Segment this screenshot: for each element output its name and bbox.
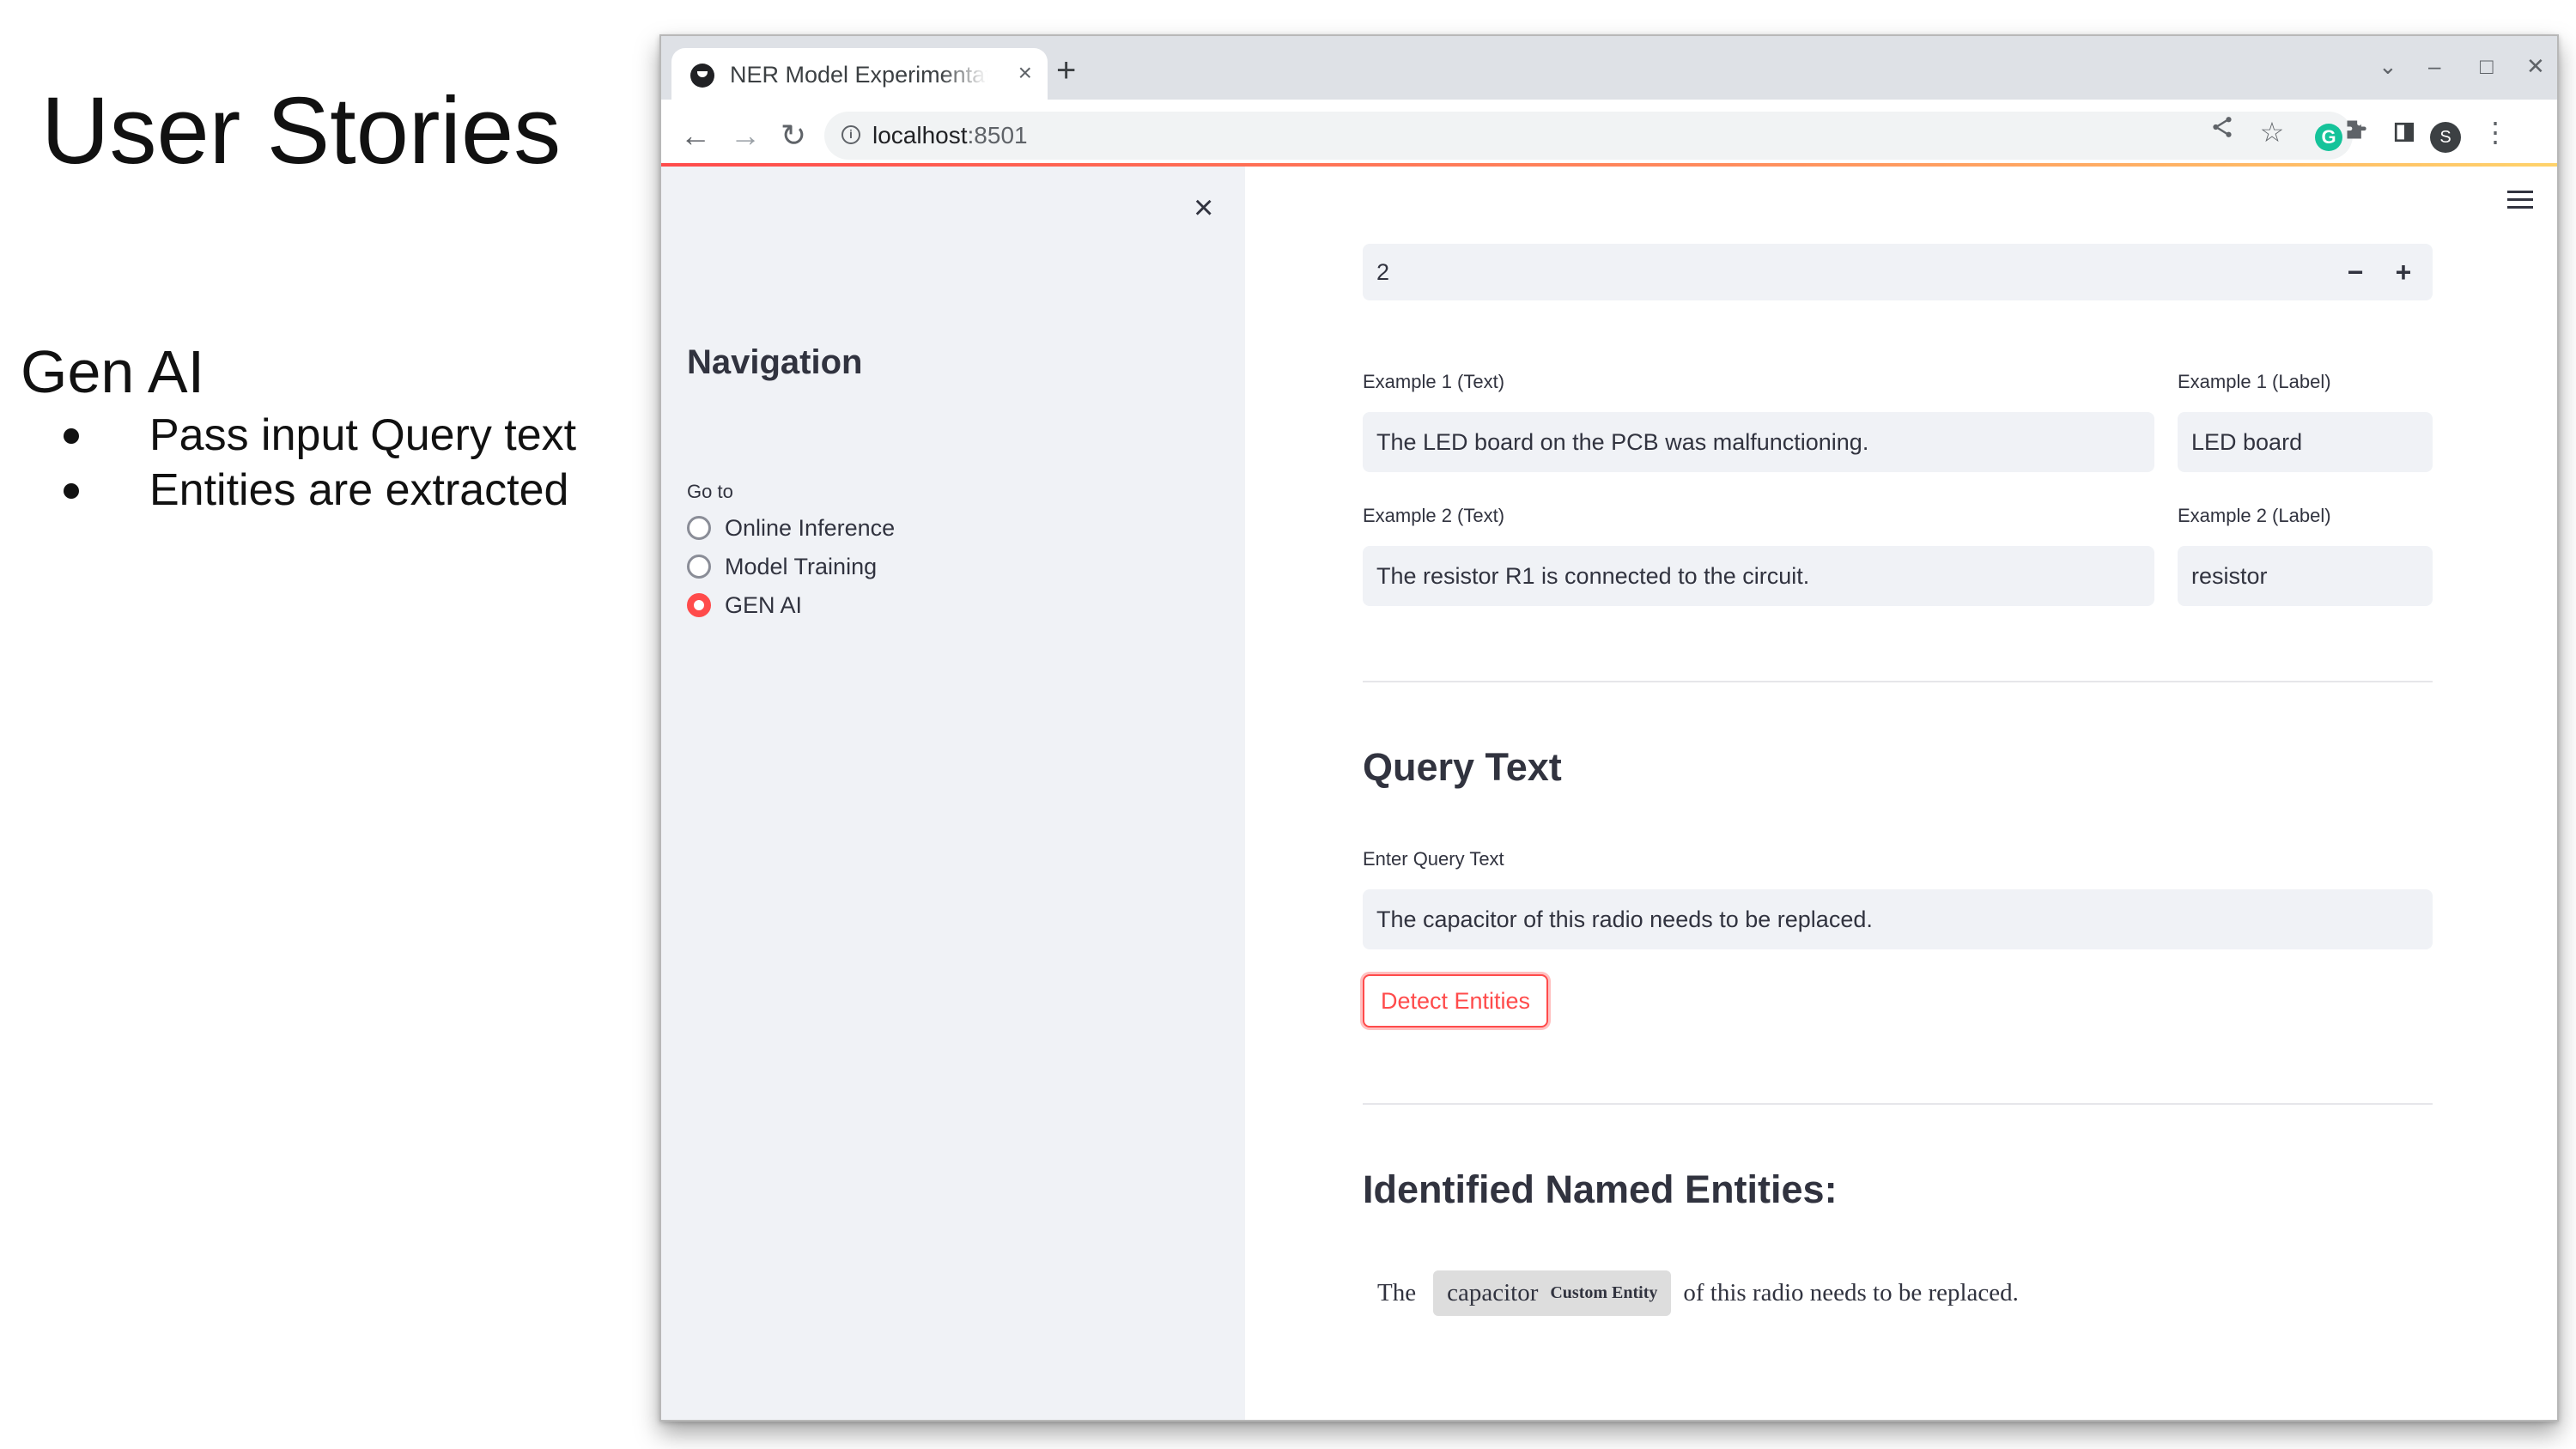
entity-highlight: capacitor Custom Entity — [1433, 1270, 1672, 1316]
entity-type: Custom Entity — [1550, 1282, 1658, 1302]
site-info-icon[interactable]: i — [841, 125, 860, 144]
example-1-label-input[interactable]: LED board — [2178, 412, 2433, 472]
maximize-icon[interactable]: □ — [2480, 53, 2494, 79]
detect-entities-button[interactable]: Detect Entities — [1363, 974, 1548, 1028]
minimize-icon[interactable]: – — [2428, 53, 2440, 79]
entity-result-line: The capacitor Custom Entity of this radi… — [1377, 1267, 2019, 1319]
share-icon[interactable] — [2205, 113, 2239, 148]
example-2-label-input[interactable]: resistor — [2178, 546, 2433, 606]
result-text-before: The — [1377, 1278, 1417, 1307]
example-1-text-label: Example 1 (Text) — [1363, 371, 1505, 392]
side-panel-icon[interactable] — [2387, 117, 2421, 151]
example-1-label-label: Example 1 (Label) — [2178, 371, 2331, 392]
sidebar-close-icon[interactable]: × — [1194, 191, 1213, 225]
streamlit-favicon-icon — [690, 64, 714, 88]
window-close-icon[interactable]: ✕ — [2526, 53, 2545, 79]
bookmark-star-icon[interactable]: ☆ — [2255, 115, 2289, 149]
back-icon[interactable]: ← — [678, 118, 713, 153]
num-examples-input[interactable]: 2 − + — [1363, 244, 2433, 300]
slide-subtitle: Gen AI — [21, 338, 205, 405]
browser-window: NER Model Experimentati × + ⌄ – □ ✕ ← → … — [659, 34, 2559, 1422]
bullet-item: Pass input Query text — [52, 408, 576, 463]
example-1-label-value: LED board — [2191, 428, 2303, 455]
profile-avatar[interactable]: S — [2430, 122, 2461, 153]
divider — [1363, 1103, 2433, 1105]
query-label: Enter Query Text — [1363, 848, 1504, 870]
query-text-value: The capacitor of this radio needs to be … — [1376, 906, 1873, 932]
streamlit-app: × Navigation Go to Online Inference Mode… — [661, 167, 2557, 1420]
increment-button[interactable]: + — [2379, 244, 2427, 300]
radio-gen-ai[interactable]: GEN AI — [687, 588, 802, 622]
radio-online-inference[interactable]: Online Inference — [687, 511, 895, 545]
reload-icon[interactable]: ↻ — [776, 118, 811, 153]
grammarly-icon[interactable]: G — [2315, 124, 2342, 151]
radio-model-training[interactable]: Model Training — [687, 549, 877, 584]
browser-menu-icon[interactable]: ⋮ — [2478, 115, 2512, 149]
sidebar-title: Navigation — [687, 343, 863, 381]
entity-text: capacitor — [1447, 1278, 1539, 1307]
entities-heading: Identified Named Entities: — [1363, 1167, 1838, 1211]
extensions-puzzle-icon[interactable] — [2339, 115, 2373, 149]
browser-tab[interactable]: NER Model Experimentati × — [671, 48, 1048, 100]
goto-label: Go to — [687, 481, 733, 502]
radio-label: Online Inference — [725, 514, 896, 541]
tab-strip: NER Model Experimentati × + ⌄ – □ ✕ — [661, 36, 2557, 100]
tab-title: NER Model Experimentati — [730, 62, 987, 88]
example-1-text-input[interactable]: The LED board on the PCB was malfunction… — [1363, 412, 2154, 472]
main-content: 2 − + Example 1 (Text) Example 1 (Label)… — [1245, 167, 2557, 1420]
radio-circle-icon[interactable] — [687, 516, 711, 540]
example-2-text-input[interactable]: The resistor R1 is connected to the circ… — [1363, 546, 2154, 606]
url-text: localhost:8501 — [872, 122, 1028, 149]
url-port: :8501 — [967, 122, 1028, 149]
url-host: localhost — [872, 122, 968, 149]
tab-search-icon[interactable]: ⌄ — [2379, 53, 2397, 79]
decrement-button[interactable]: − — [2331, 244, 2379, 300]
query-text-input[interactable]: The capacitor of this radio needs to be … — [1363, 889, 2433, 949]
radio-label: Model Training — [725, 553, 878, 579]
tab-close-icon[interactable]: × — [1018, 60, 1032, 86]
example-2-text-label: Example 2 (Text) — [1363, 505, 1505, 526]
new-tab-button[interactable]: + — [1056, 53, 1076, 88]
hamburger-menu-icon[interactable] — [2507, 191, 2533, 213]
slide-bullets: Pass input Query text Entities are extra… — [52, 408, 576, 518]
num-examples-value: 2 — [1376, 258, 1390, 285]
example-2-label-value: resistor — [2191, 562, 2268, 589]
example-2-text-value: The resistor R1 is connected to the circ… — [1376, 562, 1810, 589]
example-2-label-label: Example 2 (Label) — [2178, 505, 2331, 526]
address-bar[interactable]: i localhost:8501 — [824, 112, 2353, 160]
slide-title: User Stories — [41, 78, 562, 184]
forward-icon[interactable]: → — [728, 118, 762, 153]
sidebar: × Navigation Go to Online Inference Mode… — [661, 167, 1245, 1420]
divider — [1363, 681, 2433, 682]
radio-label: GEN AI — [725, 591, 803, 618]
radio-circle-icon[interactable] — [687, 555, 711, 579]
bullet-item: Entities are extracted — [52, 463, 576, 518]
example-1-text-value: The LED board on the PCB was malfunction… — [1376, 428, 1869, 455]
query-heading: Query Text — [1363, 745, 1562, 789]
result-text-after: of this radio needs to be replaced. — [1683, 1278, 2019, 1307]
radio-selected-icon[interactable] — [687, 593, 711, 617]
